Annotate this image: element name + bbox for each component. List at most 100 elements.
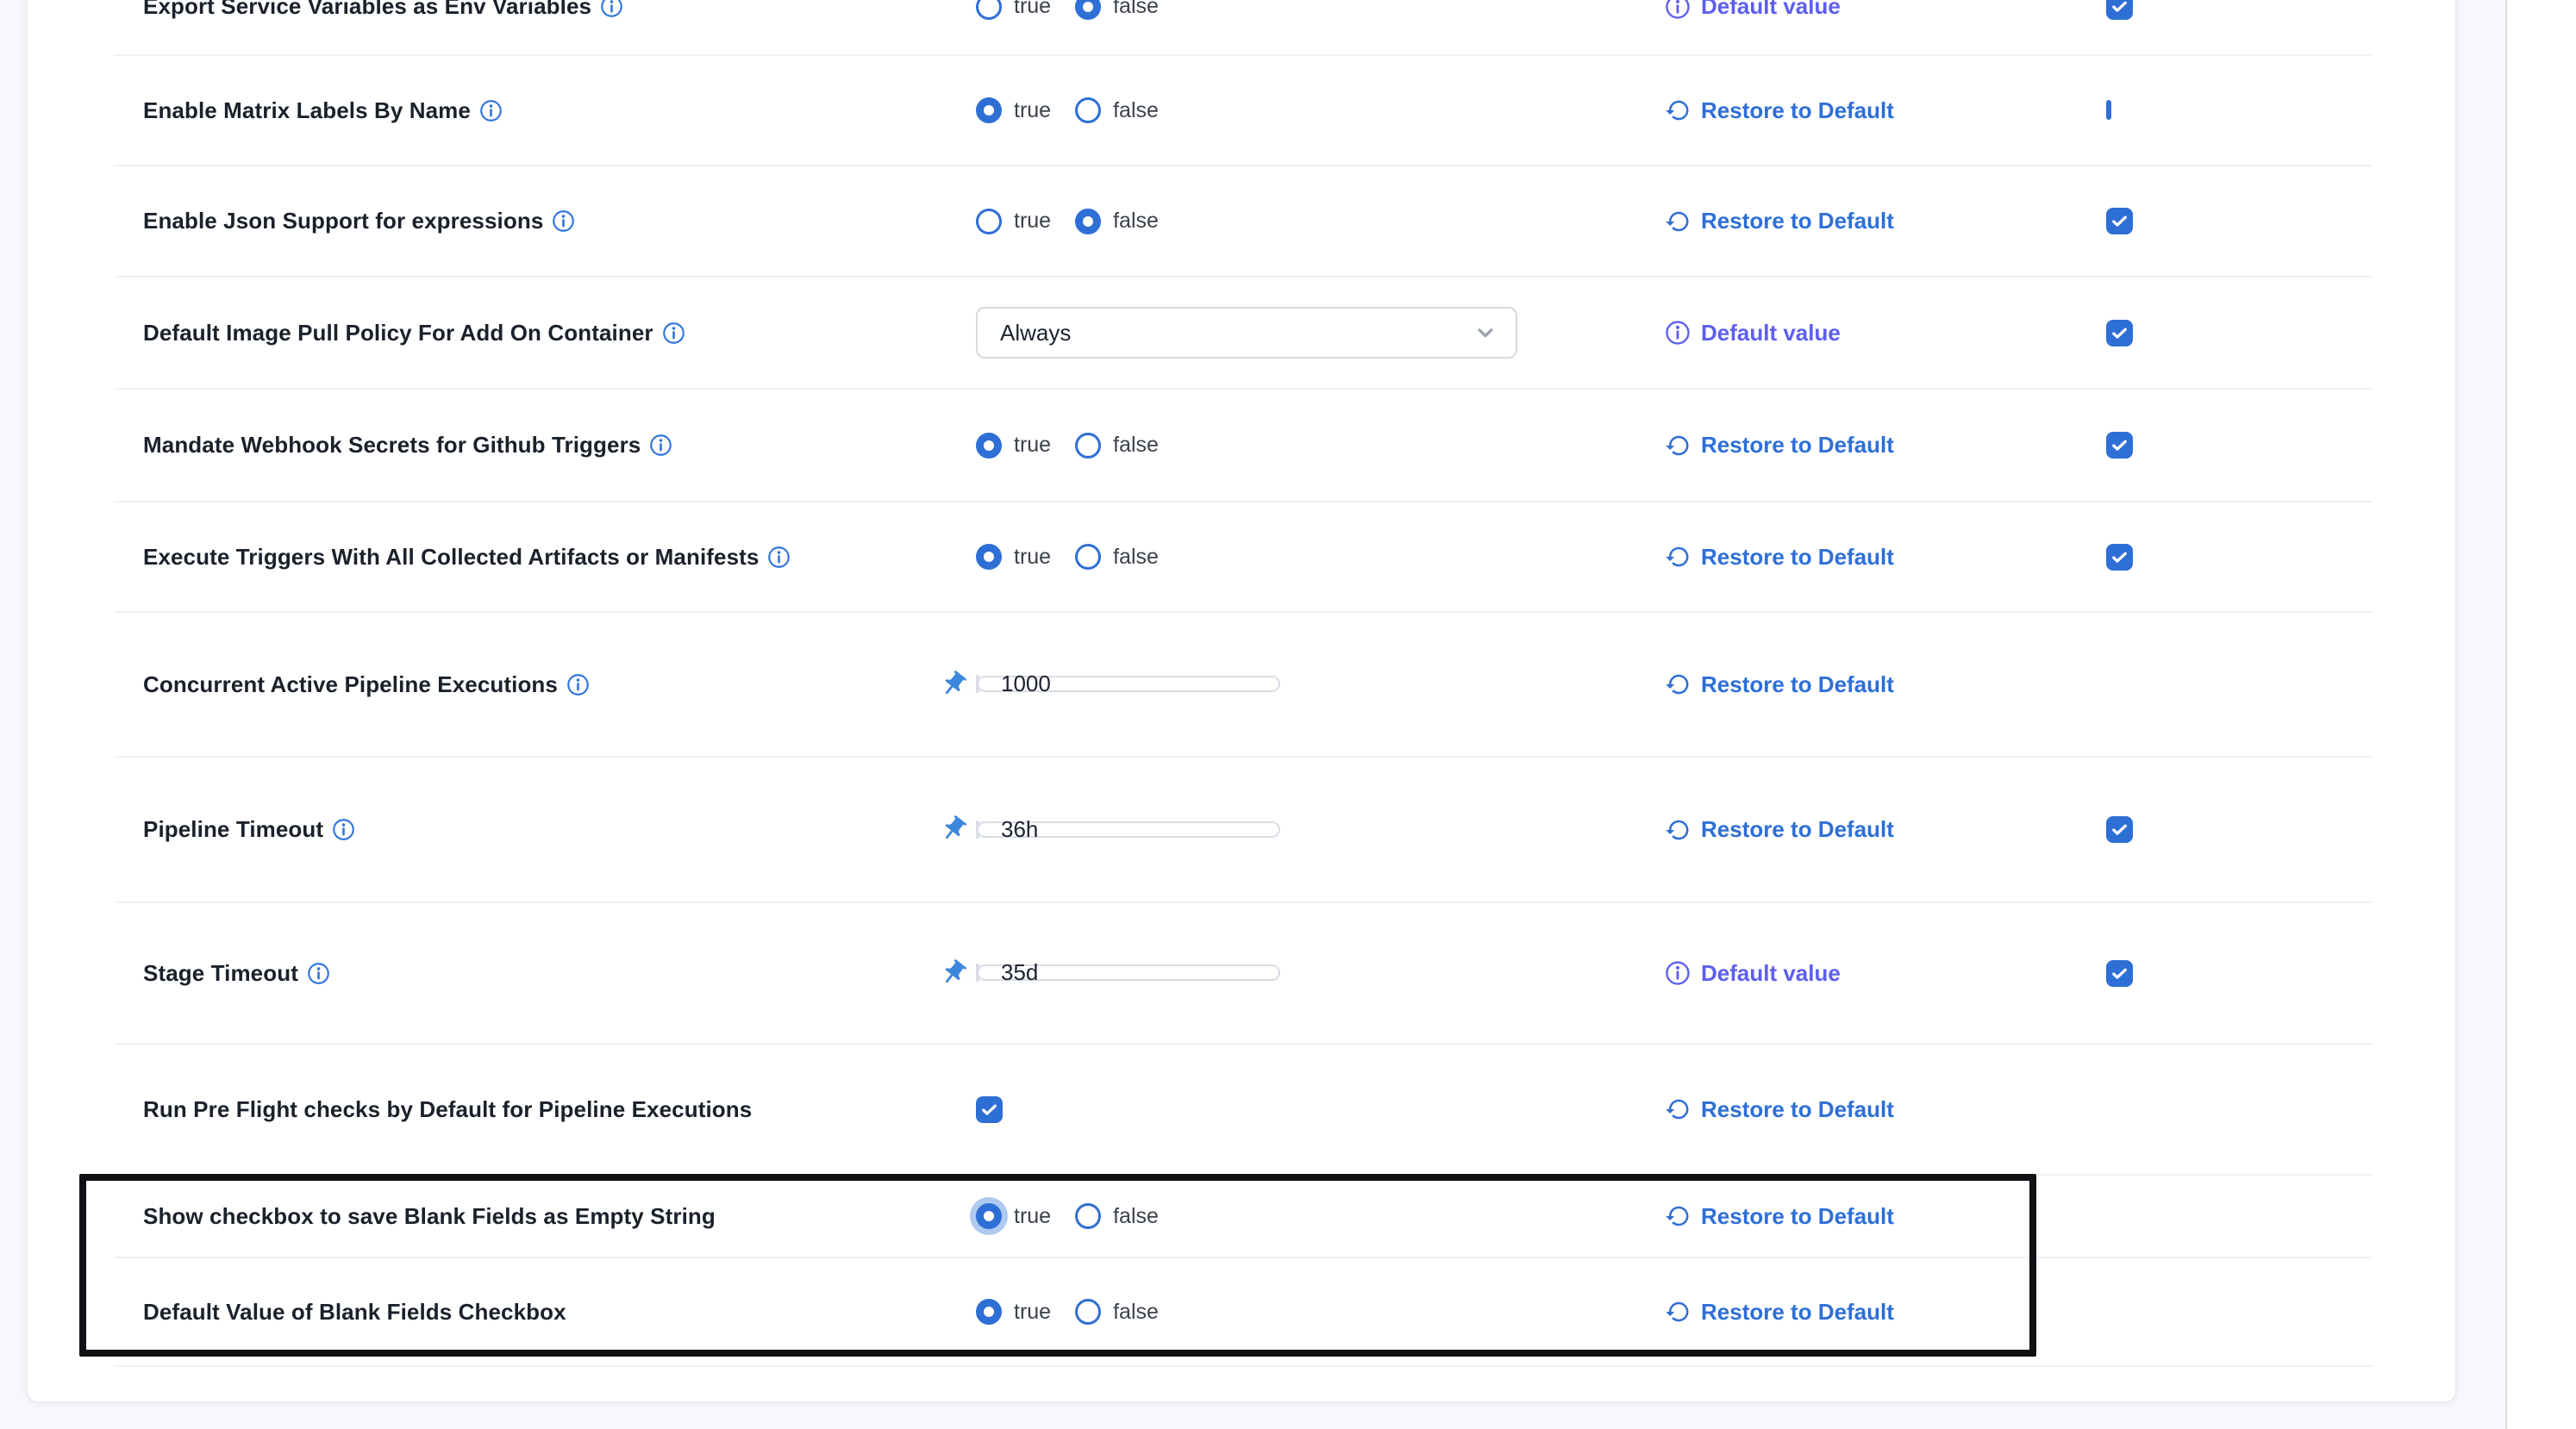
restore-to-default-link[interactable]: Restore to Default	[1665, 1096, 2106, 1123]
info-icon[interactable]	[552, 209, 575, 233]
setting-label-cell: Enable Json Support for expressions	[143, 207, 976, 235]
restore-to-default-link-label: Restore to Default	[1701, 208, 1894, 234]
info-icon[interactable]	[767, 546, 791, 569]
apply-setting-checkbox[interactable]	[2106, 100, 2111, 120]
restore-to-default-link[interactable]: Restore to Default	[1665, 208, 2106, 234]
apply-setting-checkbox[interactable]	[2106, 544, 2133, 571]
scrollbar-track[interactable]	[2507, 0, 2576, 1429]
radio-true[interactable]	[976, 433, 1002, 459]
restore-to-default-link-label: Restore to Default	[1701, 97, 1894, 124]
restore-to-default-link[interactable]: Restore to Default	[1665, 432, 2106, 459]
setting-label: Stage Timeout	[143, 960, 298, 986]
radio-option-false[interactable]: false	[1075, 97, 1159, 123]
radio-true-label[interactable]: true	[1014, 98, 1051, 123]
pinned-input-group: 36h	[976, 821, 979, 839]
pin-button[interactable]	[929, 965, 978, 980]
radio-false[interactable]	[1075, 97, 1101, 123]
apply-setting-checkbox[interactable]	[2106, 816, 2133, 843]
default-value-indicator: Default value	[1665, 960, 2106, 987]
setting-label: Default Image Pull Policy For Add On Con…	[143, 320, 653, 346]
restore-to-default-link-label: Restore to Default	[1701, 544, 1894, 571]
default-value-indicator: Default value	[1665, 0, 2106, 20]
setting-action-cell: Restore to Default	[1665, 208, 2106, 234]
info-icon[interactable]	[600, 0, 623, 18]
restore-icon	[1665, 671, 1691, 697]
preflight-checkbox[interactable]	[976, 1096, 1003, 1123]
setting-label-cell: Enable Matrix Labels By Name	[143, 97, 976, 125]
radio-option-true[interactable]: true	[976, 209, 1051, 234]
info-icon[interactable]	[307, 962, 330, 985]
radio-false[interactable]	[1075, 0, 1101, 20]
setting-checkbox-cell	[2106, 320, 2373, 346]
restore-to-default-link[interactable]: Restore to Default	[1665, 816, 2106, 843]
radio-true-label[interactable]: true	[1014, 545, 1051, 570]
radio-option-true[interactable]: true	[976, 0, 1051, 20]
pin-button[interactable]	[929, 822, 978, 837]
default-value-indicator-label: Default value	[1701, 0, 1841, 20]
default-value-indicator: Default value	[1665, 320, 2106, 346]
radio-true[interactable]	[976, 97, 1002, 123]
radio-option-true[interactable]: true	[976, 433, 1051, 459]
true-false-radio-group: true false	[976, 0, 1665, 20]
radio-true-label[interactable]: true	[1014, 209, 1051, 234]
value-input[interactable]: 35d	[977, 964, 1280, 981]
radio-true-label[interactable]: true	[1014, 433, 1051, 458]
setting-control-cell: true false	[976, 433, 1665, 459]
radio-false[interactable]	[1075, 544, 1101, 570]
setting-label: Concurrent Active Pipeline Executions	[143, 671, 558, 697]
apply-setting-checkbox[interactable]	[2106, 0, 2133, 20]
info-icon[interactable]	[332, 818, 355, 841]
setting-action-cell: Default value	[1665, 320, 2106, 346]
setting-checkbox-cell	[2106, 208, 2373, 234]
info-icon[interactable]	[479, 99, 503, 122]
radio-option-true[interactable]: true	[976, 97, 1051, 123]
apply-setting-checkbox[interactable]	[2106, 432, 2133, 459]
apply-setting-checkbox[interactable]	[2106, 320, 2133, 346]
apply-setting-checkbox[interactable]	[2106, 960, 2133, 987]
pinned-input-group: 1000	[976, 675, 979, 693]
restore-to-default-link[interactable]: Restore to Default	[1665, 671, 2106, 698]
radio-false-label[interactable]: false	[1113, 433, 1159, 458]
radio-false[interactable]	[1075, 433, 1101, 459]
setting-label-cell: Mandate Webhook Secrets for Github Trigg…	[143, 431, 976, 459]
image-pull-policy-select[interactable]: Always	[976, 307, 1517, 359]
radio-false[interactable]	[1075, 209, 1101, 234]
radio-true-label[interactable]: true	[1014, 0, 1051, 19]
setting-label-cell: Concurrent Active Pipeline Executions	[143, 671, 976, 699]
setting-action-cell: Default value	[1665, 960, 2106, 987]
info-icon[interactable]	[662, 321, 685, 345]
radio-option-false[interactable]: false	[1075, 544, 1159, 570]
restore-to-default-link[interactable]: Restore to Default	[1665, 97, 2106, 124]
radio-option-false[interactable]: false	[1075, 209, 1159, 234]
setting-label-cell: Run Pre Flight checks by Default for Pip…	[143, 1095, 976, 1124]
info-icon[interactable]	[649, 434, 672, 457]
setting-action-cell: Default value	[1665, 0, 2106, 20]
pin-button[interactable]	[929, 677, 978, 691]
info-icon[interactable]	[566, 673, 590, 696]
restore-icon	[1665, 209, 1691, 234]
radio-true[interactable]	[976, 209, 1002, 234]
settings-row: Run Pre Flight checks by Default for Pip…	[114, 1045, 2373, 1176]
setting-label: Enable Matrix Labels By Name	[143, 97, 471, 123]
radio-true[interactable]	[976, 0, 1002, 20]
value-input[interactable]: 36h	[977, 821, 1280, 838]
settings-row: Enable Matrix Labels By Name true false …	[114, 56, 2373, 166]
restore-icon	[1665, 544, 1691, 570]
radio-false-label[interactable]: false	[1113, 545, 1159, 570]
restore-to-default-link-label: Restore to Default	[1701, 432, 1894, 459]
value-input[interactable]: 1000	[977, 676, 1280, 692]
select-value: Always	[1000, 320, 1071, 346]
restore-to-default-link[interactable]: Restore to Default	[1665, 544, 2106, 571]
setting-checkbox-cell	[2106, 0, 2373, 20]
radio-false-label[interactable]: false	[1113, 0, 1159, 19]
radio-false-label[interactable]: false	[1113, 98, 1159, 123]
radio-option-true[interactable]: true	[976, 544, 1051, 570]
radio-option-false[interactable]: false	[1075, 0, 1159, 20]
radio-option-false[interactable]: false	[1075, 433, 1159, 459]
radio-true[interactable]	[976, 544, 1002, 570]
setting-checkbox-cell	[2106, 960, 2373, 987]
setting-control-cell	[976, 1096, 1665, 1123]
apply-setting-checkbox[interactable]	[2106, 208, 2133, 234]
settings-row: Default Image Pull Policy For Add On Con…	[114, 278, 2373, 390]
radio-false-label[interactable]: false	[1113, 209, 1159, 234]
